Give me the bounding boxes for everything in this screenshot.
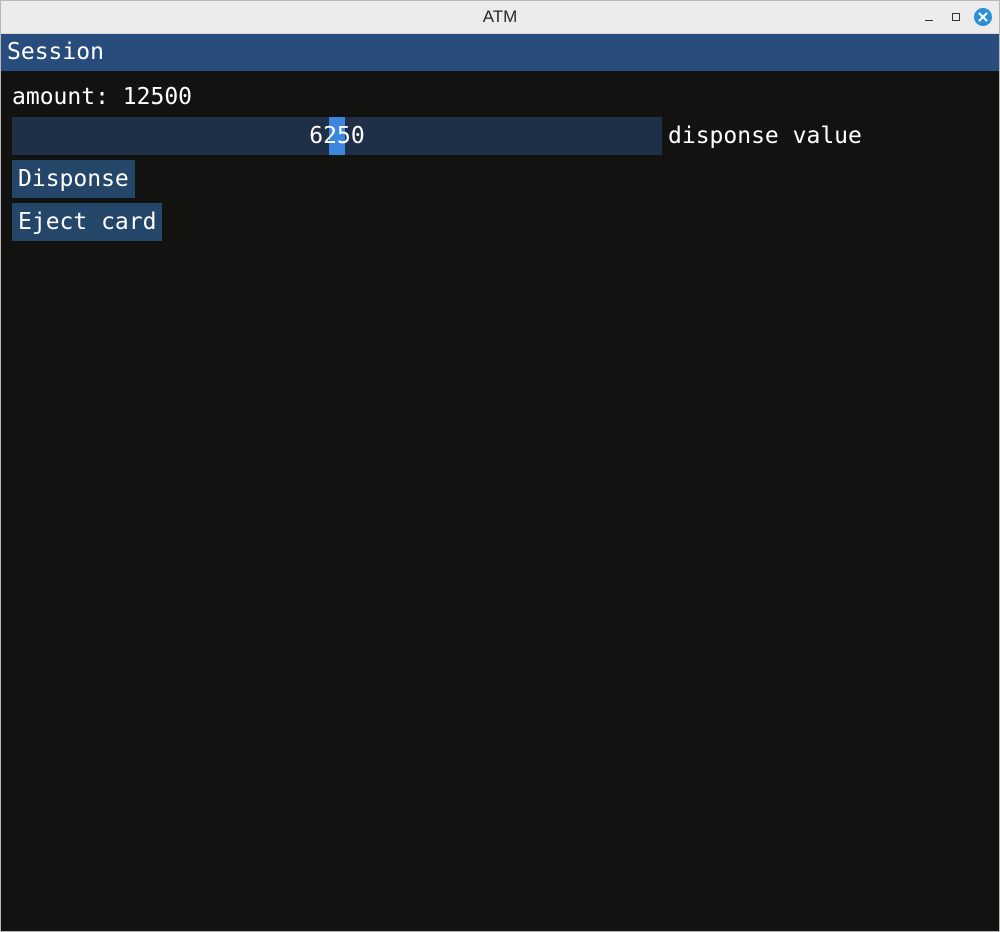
window-title: ATM [482,7,518,26]
amount-text: amount: 12500 [12,84,193,110]
eject-card-button[interactable]: Eject card [12,203,163,241]
session-content: amount: 12500 6250 disponse value Dispon… [1,71,999,931]
minimize-icon [925,19,933,21]
title-bar[interactable]: ATM [1,1,999,34]
session-title: Session [7,39,104,65]
maximize-button[interactable] [946,7,966,27]
atm-window: ATM Session amount: 12500 6250 disponse … [0,0,1000,932]
maximize-icon [952,13,960,21]
minimize-button[interactable] [919,7,939,27]
close-button[interactable] [973,7,993,27]
slider-value: 6250 [309,123,365,149]
slider-label: disponse value [668,123,862,149]
session-header[interactable]: Session [1,34,999,71]
dispense-button[interactable]: Disponse [12,160,135,198]
close-icon [974,8,992,26]
dispense-value-slider[interactable]: 6250 [12,117,662,155]
